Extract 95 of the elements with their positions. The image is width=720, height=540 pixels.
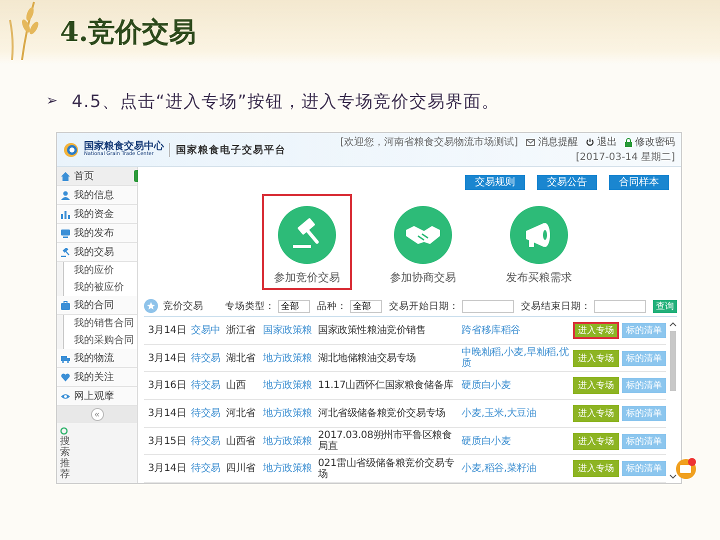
megaphone-icon: [510, 206, 568, 264]
top-link-button[interactable]: 合同样本: [609, 175, 669, 190]
session-name-cell-text: 021雷山省级储备粮竞价交易专场: [318, 458, 456, 480]
date-field[interactable]: [462, 300, 514, 312]
type-cell-text: 地方政策粮: [263, 463, 314, 474]
session-name-cell-text: 国家政策性粮油竞价销售: [318, 324, 427, 336]
sidebar-item[interactable]: 首页: [57, 167, 137, 186]
briefcase-icon: [61, 300, 70, 310]
date-text: [2017-03-14 星期二]: [576, 150, 675, 164]
monitor-icon: [61, 228, 70, 238]
action-option[interactable]: 发布买粮需求: [494, 194, 584, 290]
province-cell-text: 四川省: [226, 463, 256, 474]
variety-cell-text: 小麦,稻谷,菜籽油: [462, 463, 538, 474]
sidebar-item[interactable]: 我的关注: [57, 368, 137, 387]
gavel-icon: [61, 248, 70, 256]
variety-cell-text: 小麦,玉米,大豆油: [462, 408, 538, 419]
top-link-button[interactable]: 交易公告: [537, 175, 597, 190]
sidebar-subitem[interactable]: 我的销售合同: [63, 315, 137, 332]
filter-field[interactable]: 全部: [350, 300, 382, 312]
handshake-icon: [394, 206, 452, 264]
status-cell-text: 待交易: [191, 463, 222, 474]
sidebar-item[interactable]: 我的信息: [57, 186, 137, 205]
sidebar-item[interactable]: 网上观摩: [57, 387, 137, 406]
sidebar-subitem[interactable]: 我的被应价: [63, 279, 137, 296]
sidebar-item[interactable]: 我的交易: [57, 243, 137, 262]
date-cell-text: 3月14日: [148, 463, 188, 474]
variety-cell: 中晚籼稻,小麦,早籼稻,优质: [462, 347, 570, 369]
type-cell-text: 地方政策粮: [263, 352, 314, 364]
status-cell-text: 待交易: [191, 380, 222, 392]
status-cell-text: 待交易: [191, 436, 222, 447]
sidebar-item[interactable]: 我的发布: [57, 224, 137, 243]
header-link[interactable]: 退出: [586, 135, 617, 149]
logo-icon: [63, 142, 79, 158]
sidebar-subitem[interactable]: 我的采购合同: [63, 332, 137, 349]
type-cell-text: 地方政策粮: [263, 408, 314, 419]
slide-title: 4.竞价交易: [60, 16, 196, 50]
type-cell-text: 国家政策粮: [263, 324, 314, 336]
filter-label: 交易结束日期：: [521, 300, 591, 312]
province-cell-text: 山西省: [226, 436, 256, 447]
status-cell-text: 待交易: [191, 352, 222, 364]
variety-cell-text: 硬质白小麦: [462, 436, 512, 447]
collapse-button[interactable]: «: [90, 408, 104, 421]
section-title: 竞价交易: [163, 300, 203, 313]
date-cell-text: 3月16日: [148, 380, 188, 392]
type-cell-text: 地方政策粮: [263, 436, 314, 447]
date-field[interactable]: [594, 300, 646, 312]
filter-label: 品种：: [317, 300, 347, 312]
date-cell-text: 3月15日: [148, 436, 188, 447]
user-icon: [61, 190, 70, 200]
action-option[interactable]: 参加竞价交易: [262, 194, 352, 290]
session-name-cell-text: 11.17山西怀仁国家粮食储备库: [318, 380, 454, 392]
variety-cell-text: 跨省移库稻谷: [462, 324, 522, 336]
eye-icon: [61, 392, 70, 400]
sidebar-item[interactable]: 我的资金: [57, 205, 137, 224]
selection-tab: [134, 170, 138, 182]
status-cell-text: 交易中: [191, 324, 222, 336]
province-cell-text: 山西: [226, 380, 247, 392]
type-cell-text: 地方政策粮: [263, 380, 314, 392]
date-cell-text: 3月14日: [148, 352, 188, 364]
filter-field[interactable]: 全部: [278, 300, 310, 312]
gavel-icon: [278, 206, 336, 264]
session-name-cell-text: 河北省级储备粮竞价交易专场: [318, 408, 446, 419]
province-cell-text: 湖北省: [226, 352, 256, 364]
truck-icon: [61, 354, 70, 362]
session-name-cell-text: 湖北地储粮油交易专场: [318, 352, 418, 364]
chat-bubble-icon[interactable]: [675, 457, 697, 479]
action-option[interactable]: 参加协商交易: [378, 194, 468, 290]
bar-icon: [61, 210, 70, 218]
date-cell-text: 3月14日: [148, 408, 188, 419]
search-recommend-tab[interactable]: 搜索推荐: [60, 436, 70, 480]
bullet-mark: ➢: [46, 93, 58, 109]
padlock-icon: [625, 138, 632, 146]
sidebar-item[interactable]: 我的合同: [57, 296, 137, 315]
session-name-cell-text: 2017.03.08朔州市平鲁区粮食局直: [318, 430, 453, 452]
filter-label: 专场类型：: [225, 300, 275, 312]
filter-label: 交易开始日期：: [389, 300, 459, 312]
slide-subtitle: 4.5、点击“进入专场”按钮，进入专场竞价交易界面。: [72, 90, 500, 112]
sidebar-item[interactable]: 我的物流: [57, 349, 137, 368]
home-icon: [61, 172, 70, 180]
header-link[interactable]: 消息提醒: [526, 135, 578, 149]
status-cell-text: 待交易: [191, 408, 222, 419]
province-cell-text: 浙江省: [226, 324, 256, 336]
sidebar-subitem[interactable]: 我的应价: [63, 262, 137, 279]
date-cell-text: 3月14日: [148, 324, 188, 336]
logo-name: 国家粮食交易中心: [84, 142, 164, 152]
header-link[interactable]: 修改密码: [625, 135, 675, 149]
power-icon: [586, 138, 594, 146]
variety-cell-text: 硬质白小麦: [462, 380, 512, 392]
province-cell-text: 河北省: [226, 408, 256, 419]
circle-icon: [60, 427, 68, 435]
envelope-icon: [526, 138, 535, 146]
welcome-text: [欢迎您，河南省粮食交易物流市场测试]: [340, 136, 518, 149]
heart-icon: [61, 372, 70, 382]
platform-title: 国家粮食电子交易平台: [169, 142, 286, 156]
top-link-button[interactable]: 交易规则: [465, 175, 525, 190]
